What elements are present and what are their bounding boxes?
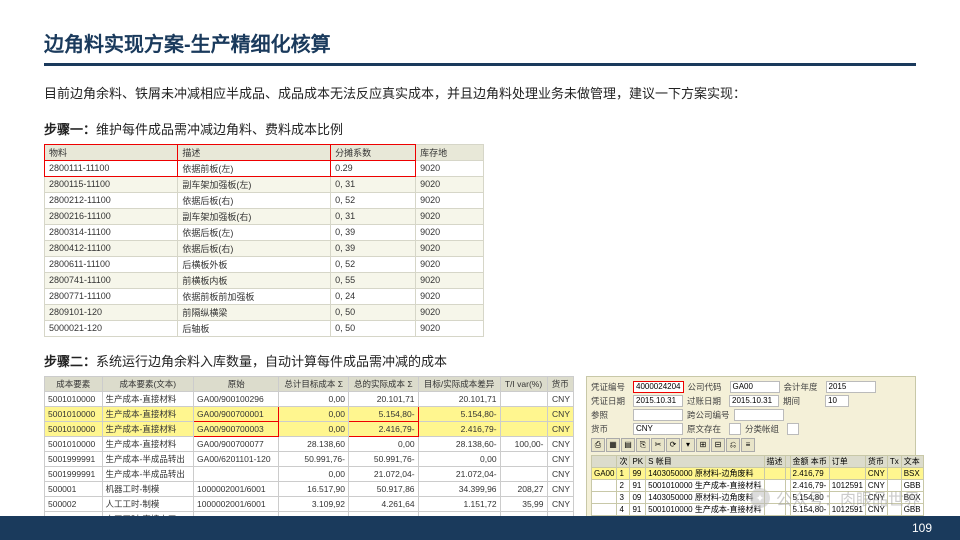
tb-icon[interactable]: ▾ — [681, 438, 695, 452]
tb-icon[interactable]: ≡ — [741, 438, 755, 452]
lbl-cur: 货币 — [591, 423, 629, 435]
tb-icon[interactable]: ▤ — [621, 438, 635, 452]
tb-icon[interactable]: ⎘ — [636, 438, 650, 452]
val-fy: 2015 — [826, 381, 876, 393]
step1-label: 步骤一：维护每件成品需冲减边角料、费料成本比例 — [44, 119, 916, 138]
tb-icon[interactable]: ⊟ — [711, 438, 725, 452]
chk-orig — [729, 423, 741, 435]
step2-label: 步骤二：系统运行边角余料入库数量，自动计算每件成品需冲减的成本 — [44, 351, 916, 370]
step2-text: 系统运行边角余料入库数量，自动计算每件成品需冲减的成本 — [96, 354, 447, 369]
lbl-per: 期间 — [783, 395, 821, 407]
lbl-cross: 跨公司编号 — [687, 409, 730, 421]
intro-text: 目前边角余料、铁屑未冲减相应半成品、成品成本无法反应真实成本，并且边角料处理业务… — [44, 84, 916, 105]
lbl-orig: 原文存在 — [687, 423, 725, 435]
slide: 边角料实现方案-生产精细化核算 目前边角余料、铁屑未冲减相应半成品、成品成本无法… — [0, 0, 960, 540]
val-pd: 2015.10.31 — [729, 395, 779, 407]
lbl-dd: 凭证日期 — [591, 395, 629, 407]
val-cc: GA00 — [730, 381, 780, 393]
tb-icon[interactable]: ⎌ — [726, 438, 740, 452]
val-ref — [633, 409, 683, 421]
table-step1: 物料描述分摊系数库存地 2800111-11100依据前板(左)0.299020… — [44, 144, 484, 337]
step2-bold: 步骤二： — [44, 354, 96, 369]
lbl-cc: 公司代码 — [688, 381, 726, 393]
tb-icon[interactable]: ✂ — [651, 438, 665, 452]
lbl-ref: 参照 — [591, 409, 629, 421]
tb-icon[interactable]: ⟳ — [666, 438, 680, 452]
watermark: ✦ 公众号：肉眼品世界 — [750, 486, 920, 510]
footer-bar: 109 — [0, 516, 960, 540]
lbl-pd: 过账日期 — [687, 395, 725, 407]
slide-title: 边角料实现方案-生产精细化核算 — [44, 28, 916, 66]
tb-icon[interactable]: ⎙ — [591, 438, 605, 452]
page-number: 109 — [912, 521, 932, 535]
val-dd: 2015.10.31 — [633, 395, 683, 407]
tb-icon[interactable]: ▦ — [606, 438, 620, 452]
step1-text: 维护每件成品需冲减边角料、费料成本比例 — [96, 122, 343, 137]
lbl-fy: 会计年度 — [784, 381, 822, 393]
toolbar: ⎙▦▤⎘✂⟳▾⊞⊟⎌≡ — [591, 438, 911, 452]
val-docno: 4000024204 — [633, 381, 684, 393]
wechat-icon: ✦ — [750, 488, 770, 508]
step1-bold: 步骤一： — [44, 122, 96, 137]
val-cur: CNY — [633, 423, 683, 435]
val-cross — [734, 409, 784, 421]
watermark-text: 公众号：肉眼品世界 — [776, 486, 920, 510]
tb-icon[interactable]: ⊞ — [696, 438, 710, 452]
lbl-lg: 分类帐组 — [745, 423, 783, 435]
lbl-docno: 凭证编号 — [591, 381, 629, 393]
val-per: 10 — [825, 395, 849, 407]
chk-lg — [787, 423, 799, 435]
